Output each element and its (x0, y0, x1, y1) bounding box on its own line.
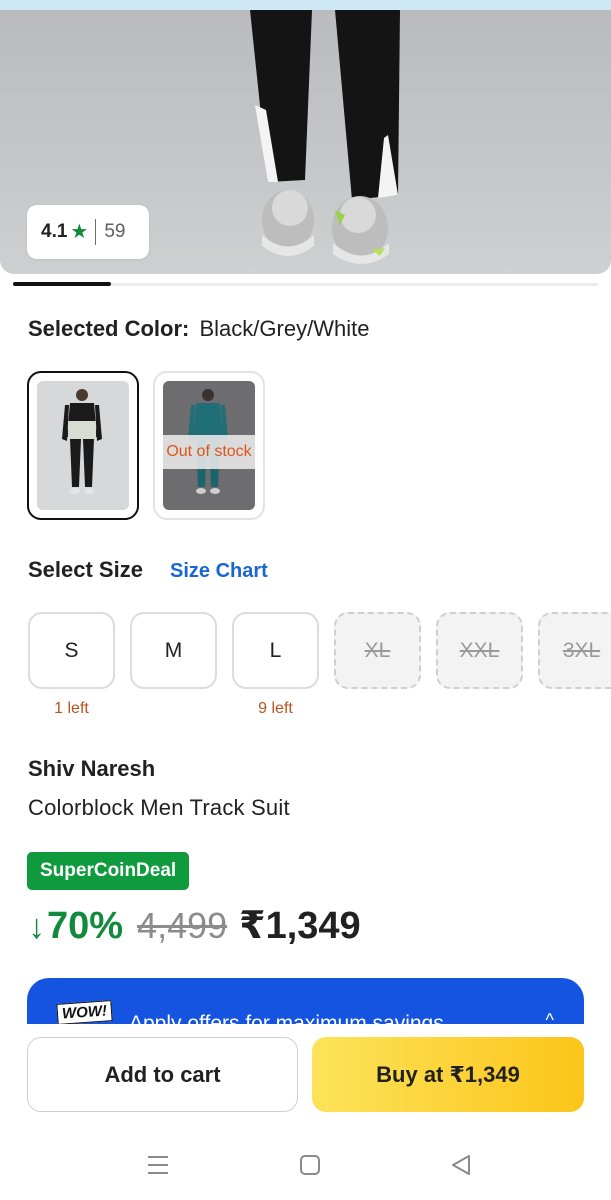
swatch-model-figure (62, 389, 102, 494)
size-option-xl: XL (334, 612, 421, 689)
price-row: ↓70% 4,499 ₹1,349 (28, 903, 361, 948)
original-price: 4,499 (137, 905, 228, 946)
color-swatch-teal[interactable]: Out of stock (153, 371, 265, 520)
rating-divider (95, 219, 97, 245)
product-title: Colorblock Men Track Suit (28, 795, 290, 820)
brand-name: Shiv Naresh (28, 756, 156, 781)
system-nav-bar (0, 1134, 611, 1200)
size-option-s[interactable]: S (28, 612, 115, 689)
wow-badge: WOW! (56, 1000, 113, 1025)
discount-percent: ↓70% (28, 905, 123, 948)
carousel-indicator (13, 282, 111, 286)
select-size-heading: Select Size (28, 557, 143, 582)
size-label: L (269, 638, 282, 662)
selected-color-heading: Selected Color: (28, 316, 190, 341)
size-option-l[interactable]: L (232, 612, 319, 689)
down-arrow-icon: ↓ (28, 908, 45, 946)
swatch-image: Out of stock (163, 381, 255, 510)
star-icon: ★ (70, 221, 89, 243)
supercoin-deal-badge: SuperCoinDeal (27, 852, 190, 890)
size-option-xxl: XXL (436, 612, 523, 689)
size-label: S (64, 638, 79, 662)
add-to-cart-button[interactable]: Add to cart (27, 1037, 298, 1112)
back-icon[interactable] (446, 1150, 476, 1180)
size-label: 3XL (562, 638, 601, 662)
stock-left-note: 9 left (258, 700, 293, 717)
size-label: XL (364, 638, 391, 662)
out-of-stock-label: Out of stock (163, 435, 255, 469)
menu-icon[interactable] (143, 1150, 173, 1180)
color-swatch-black-grey-white[interactable] (27, 371, 139, 520)
swatch-image (37, 381, 129, 510)
buy-now-button[interactable]: Buy at ₹1,349 (312, 1037, 584, 1112)
status-strip (0, 0, 611, 10)
review-count: 59 (104, 221, 126, 242)
size-label: M (164, 638, 183, 662)
product-image-carousel[interactable]: 4.1 ★ 59 (0, 10, 611, 274)
rating-chip[interactable]: 4.1 ★ 59 (27, 205, 149, 259)
selected-color-value: Black/Grey/White (199, 316, 370, 341)
final-price: ₹1,349 (239, 905, 361, 947)
discount-value: 70% (47, 905, 124, 947)
size-chart-link[interactable]: Size Chart (170, 560, 268, 583)
size-option-m[interactable]: M (130, 612, 217, 689)
home-icon[interactable] (295, 1150, 325, 1180)
size-option-3xl: 3XL (538, 612, 611, 689)
bottom-action-bar: Add to cart Buy at ₹1,349 (0, 1024, 611, 1134)
rating-value: 4.1 (41, 221, 68, 242)
selected-color-label: Selected Color: Black/Grey/White (28, 316, 369, 342)
size-label: XXL (459, 638, 500, 662)
stock-left-note: 1 left (54, 700, 89, 717)
